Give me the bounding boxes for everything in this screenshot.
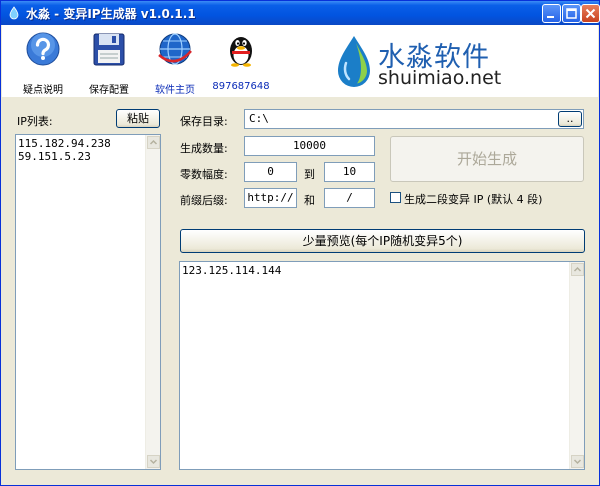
maximize-button[interactable] [562,4,581,23]
title-bar[interactable]: 水淼 - 变异IP生成器 v1.0.1.1 [1,1,600,25]
preview-output-scrollbar[interactable] [569,262,584,469]
close-button[interactable] [581,4,600,23]
second-segment-checkbox-label: 生成二段变异 IP (默认 4 段) [404,193,543,206]
window-title: 水淼 - 变异IP生成器 v1.0.1.1 [26,7,196,21]
toolbar: 疑点说明 保存配置 软件主页 897687648 水淼软件 shuimiao.n… [2,25,598,97]
scroll-down-arrow[interactable] [147,455,160,468]
range-to-label: 到 [304,168,315,181]
suffix-input[interactable]: / [324,188,375,208]
chevron-down-icon [149,459,158,465]
save-dir-label: 保存目录: [180,115,228,128]
toolbar-qq-link[interactable]: 897687648 [210,29,272,93]
paste-button[interactable]: 粘贴 [116,109,160,128]
save-dir-input[interactable]: C:\ [244,109,584,129]
toolbar-qq-label: 897687648 [212,81,270,92]
scroll-up-arrow[interactable] [147,136,160,149]
ip-list-scrollbar[interactable] [145,135,160,469]
ip-list-content: 115.182.94.238 59.151.5.23 [18,137,111,163]
logo-domain-text: shuimiao.net [378,67,502,89]
chevron-up-icon [149,139,158,145]
toolbar-help-button[interactable]: 疑点说明 [12,29,74,96]
count-input[interactable]: 10000 [244,136,375,156]
app-icon [9,6,19,20]
globe-icon [158,33,192,65]
maximize-icon [566,8,577,19]
second-segment-checkbox[interactable] [390,192,401,203]
ip-list-textarea[interactable]: 115.182.94.238 59.151.5.23 [15,134,161,470]
toolbar-save-config-label: 保存配置 [89,85,129,96]
preview-button[interactable]: 少量预览(每个IP随机变异5个) [180,229,585,253]
toolbar-homepage-label: 软件主页 [155,85,195,96]
prefix-input[interactable]: http:// [244,188,297,208]
app-window: 水淼 - 变异IP生成器 v1.0.1.1 疑点说明 保存配置 软件主页 897… [0,0,600,486]
and-label: 和 [304,194,315,207]
chevron-up-icon [573,266,582,272]
preview-output-content: 123.125.114.144 [182,264,282,277]
start-generate-button[interactable]: 开始生成 [390,136,584,182]
ip-list-label: IP列表: [17,115,53,128]
toolbar-help-label: 疑点说明 [23,85,63,96]
scroll-up-arrow[interactable] [571,263,584,276]
water-drop-logo-icon [338,36,370,87]
brand-logo: 水淼软件 shuimiao.net [330,31,530,91]
range-from-input[interactable]: 0 [244,162,297,182]
count-label: 生成数量: [180,142,228,155]
toolbar-save-config-button[interactable]: 保存配置 [78,29,140,96]
range-to-input[interactable]: 10 [324,162,375,182]
range-label: 零数幅度: [180,168,228,181]
qq-penguin-icon [230,37,252,67]
minimize-icon [547,16,554,18]
toolbar-homepage-link[interactable]: 软件主页 [144,29,206,96]
help-icon [26,32,60,66]
affix-label: 前缀后缀: [180,194,228,207]
scroll-down-arrow[interactable] [571,455,584,468]
browse-button[interactable]: .. [558,111,582,127]
preview-output-textarea[interactable]: 123.125.114.144 [179,261,585,470]
minimize-button[interactable] [542,4,561,23]
close-icon [585,8,596,19]
floppy-disk-icon [93,33,125,66]
chevron-down-icon [573,459,582,465]
